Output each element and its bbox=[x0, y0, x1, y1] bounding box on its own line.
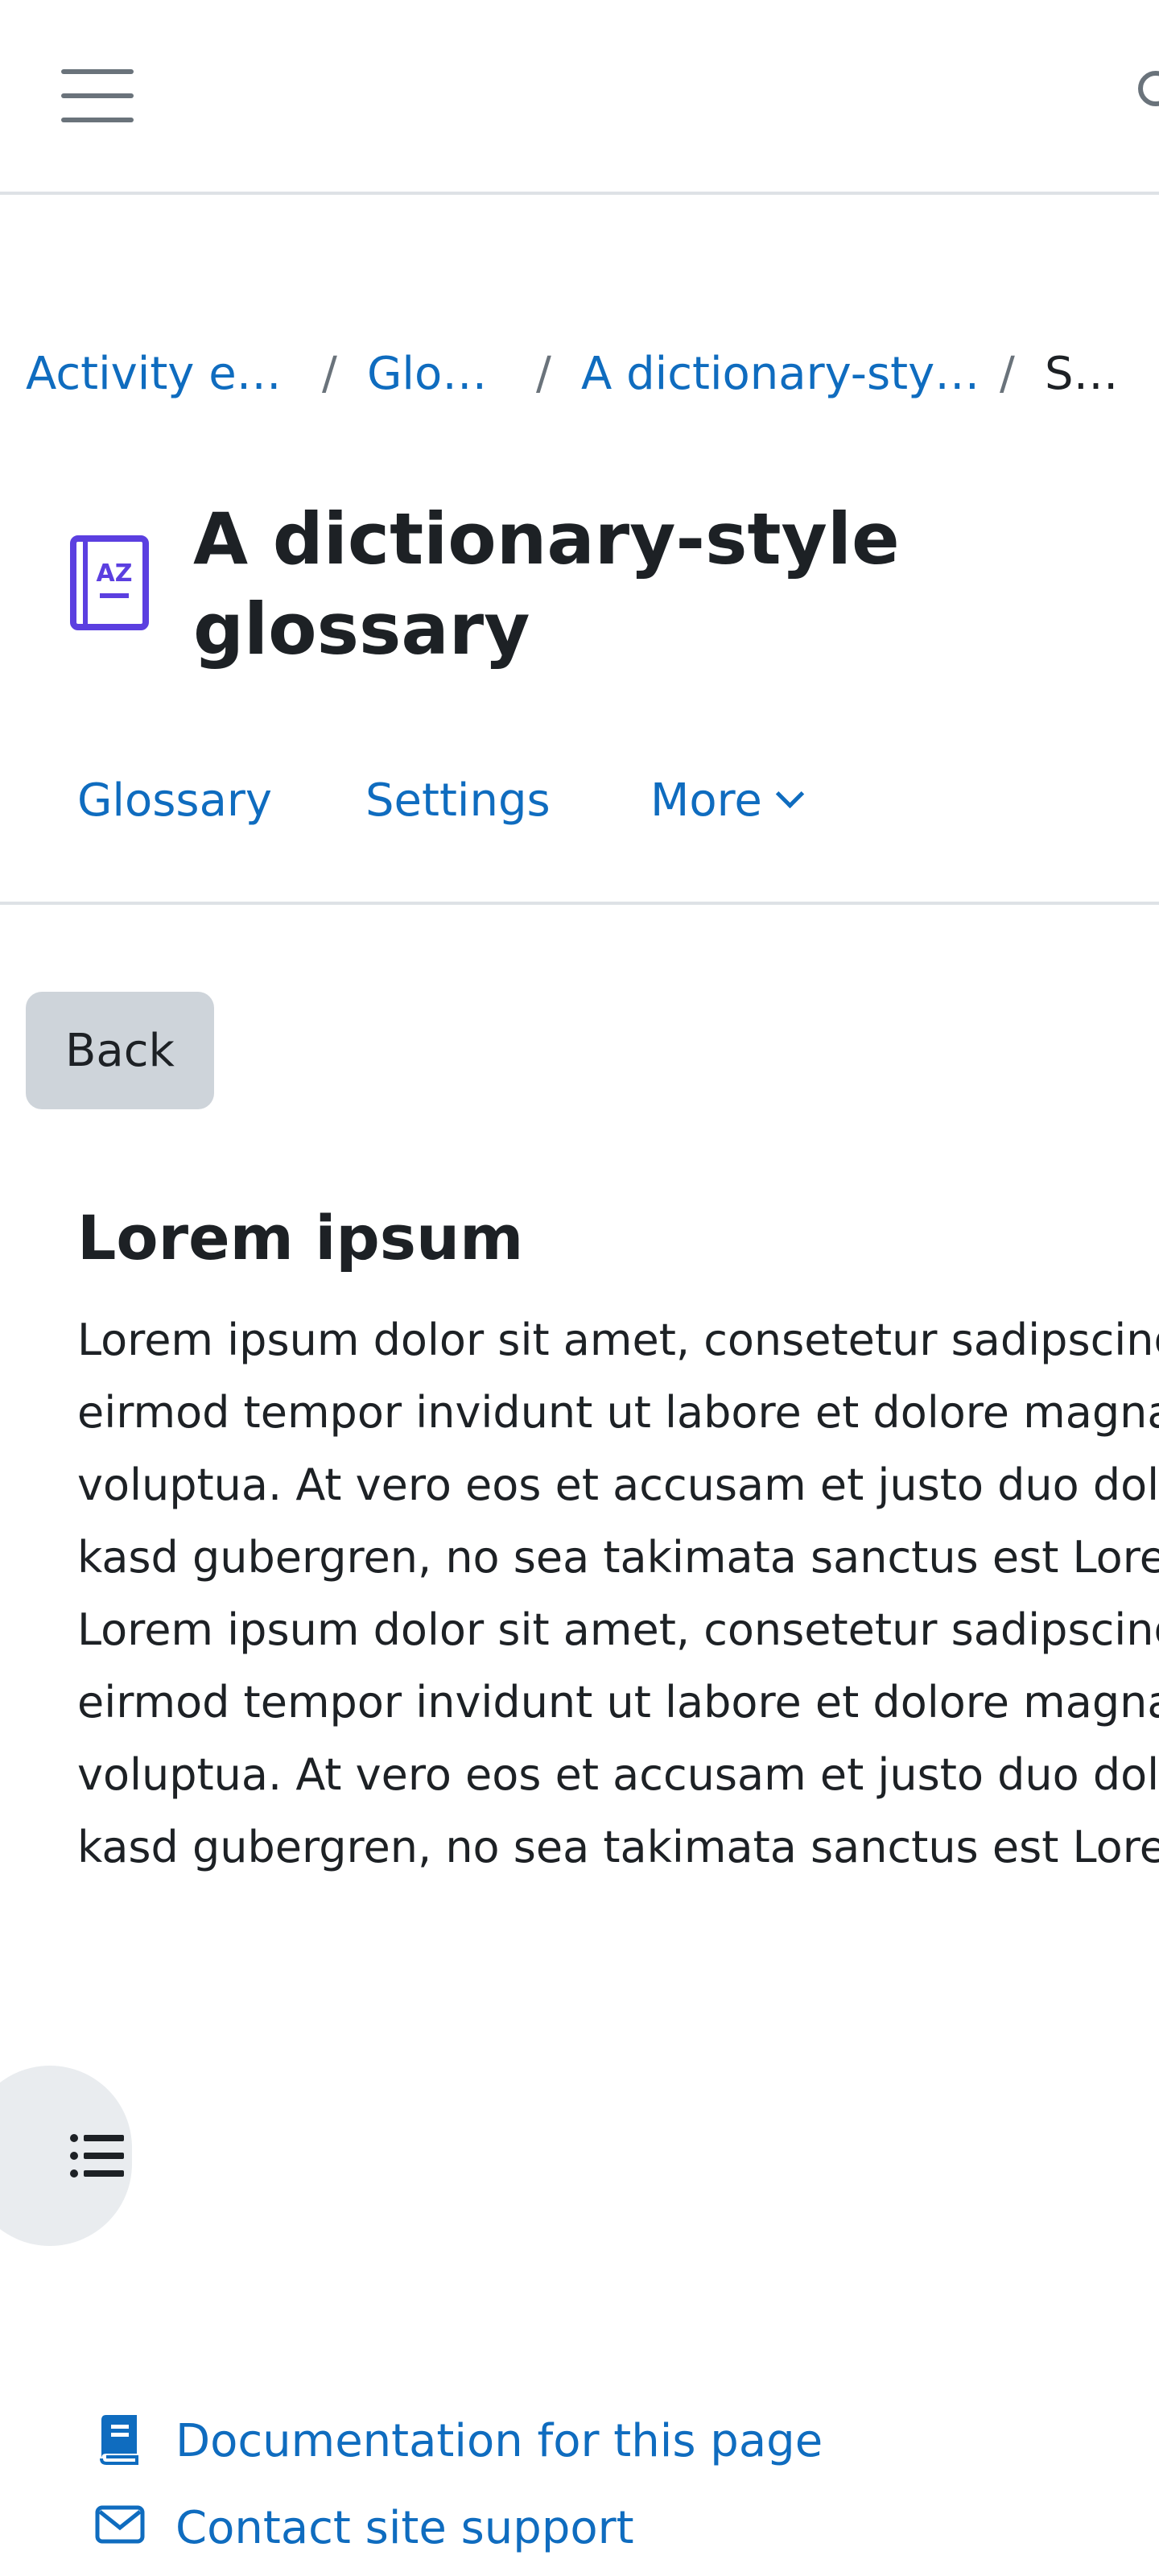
list-icon bbox=[70, 2134, 124, 2178]
entry-line: Lorem ipsum dolor sit amet, consetetur s… bbox=[77, 1604, 1159, 1655]
chevron-down-icon bbox=[775, 779, 805, 809]
entry-title: Lorem ipsum bbox=[77, 1202, 524, 1274]
entry-line: eirmod tempor invidunt ut labore et dolo… bbox=[77, 1387, 1159, 1438]
entry-line: eirmod tempor invidunt ut labore et dolo… bbox=[77, 1677, 1159, 1728]
documentation-link[interactable]: Documentation for this page bbox=[175, 2413, 823, 2470]
breadcrumb-item-current: S… bbox=[1045, 348, 1119, 400]
glossary-az-icon: AZ bbox=[70, 535, 149, 630]
breadcrumb-item-glossary[interactable]: Glo… bbox=[367, 346, 520, 402]
envelope-icon bbox=[95, 2505, 145, 2544]
entry-line: kasd gubergren, no sea takimata sanctus … bbox=[77, 1532, 1159, 1583]
top-navbar bbox=[0, 0, 1159, 195]
secondary-navigation: Glossary Settings More bbox=[0, 749, 1159, 905]
entry-body: Lorem ipsum dolor sit amet, consetetur s… bbox=[77, 1304, 1159, 1884]
entry-line: voluptua. At vero eos et accusam et just… bbox=[77, 1749, 1159, 1800]
svg-text:AZ: AZ bbox=[97, 559, 133, 588]
breadcrumb-separator: / bbox=[536, 348, 551, 400]
breadcrumb: Activity e… / Glo… / A dictionary-sty… /… bbox=[26, 346, 1159, 402]
breadcrumb-separator: / bbox=[1000, 348, 1015, 400]
entry-line: Lorem ipsum dolor sit amet, consetetur s… bbox=[77, 1315, 1159, 1365]
back-button[interactable]: Back bbox=[26, 992, 214, 1109]
tab-more-label: More bbox=[650, 774, 762, 827]
breadcrumb-separator: / bbox=[322, 348, 337, 400]
book-icon bbox=[100, 2415, 138, 2465]
search-icon[interactable] bbox=[1135, 68, 1159, 116]
breadcrumb-item-dictionary[interactable]: A dictionary-sty… bbox=[581, 346, 1000, 402]
tab-glossary[interactable]: Glossary bbox=[77, 773, 272, 829]
page-title: A dictionary-style glossary bbox=[193, 497, 900, 671]
entry-line: kasd gubergren, no sea takimata sanctus … bbox=[77, 1822, 1159, 1872]
breadcrumb-item-activity[interactable]: Activity e… bbox=[26, 346, 283, 402]
hamburger-menu-icon[interactable] bbox=[61, 69, 134, 122]
tab-settings[interactable]: Settings bbox=[365, 773, 551, 829]
tab-more[interactable]: More bbox=[650, 773, 805, 829]
entry-line: voluptua. At vero eos et accusam et just… bbox=[77, 1459, 1159, 1510]
contact-support-link[interactable]: Contact site support bbox=[175, 2500, 634, 2557]
